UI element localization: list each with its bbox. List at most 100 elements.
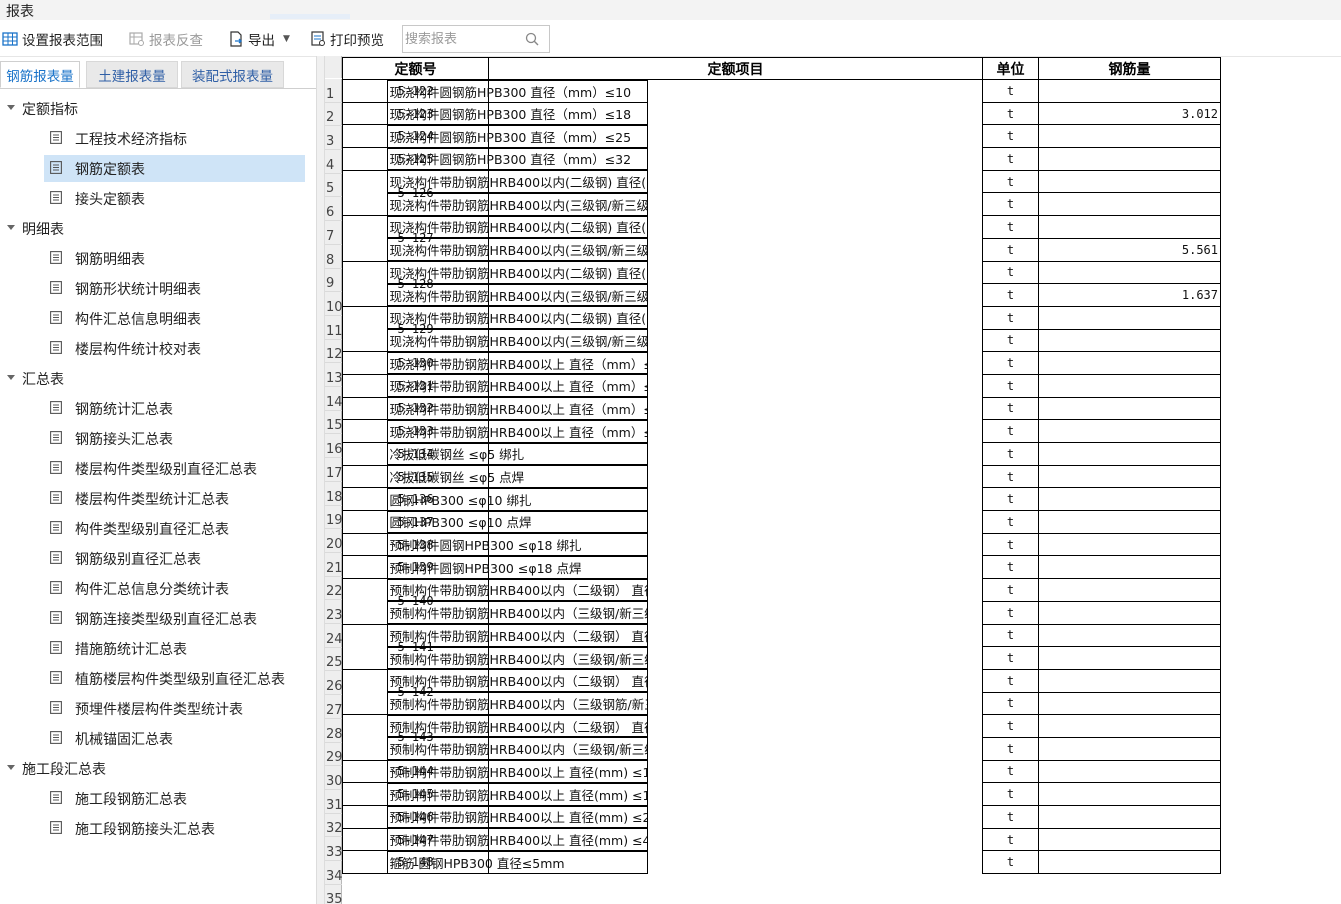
table-row[interactable]: 5-122 现浇构件圆钢筋HPB300 直径（mm）≤10 t	[342, 79, 1221, 103]
row-number[interactable]: 6	[325, 198, 342, 222]
cell-qty[interactable]	[1038, 464, 1221, 489]
search-icon[interactable]	[525, 32, 539, 46]
cell-unit[interactable]: t	[982, 124, 1039, 149]
table-row[interactable]: 5-127现浇构件带肋钢筋HRB400以内(二级钢) 直径(mm) ≤18t	[342, 215, 1221, 262]
table-row[interactable]: 5-141预制构件带肋钢筋HRB400以内（二级钢） 直径(mm) ≤18t	[342, 623, 1221, 670]
cell-qty[interactable]: 3.012	[1038, 101, 1221, 126]
cell-qty[interactable]	[1038, 124, 1221, 149]
cell-item[interactable]: 现浇构件圆钢筋HPB300 直径（mm）≤10	[386, 80, 648, 103]
cell-unit[interactable]: t	[982, 714, 1039, 738]
table-row[interactable]: 5-146 预制构件带肋钢筋HRB400以上 直径(mm) ≤25 t	[342, 805, 1221, 829]
cell-qty[interactable]	[1038, 827, 1221, 852]
table-row[interactable]: 5-130 现浇构件带肋钢筋HRB400以上 直径（mm）≤10 t	[342, 351, 1221, 375]
tree-item[interactable]: 钢筋形状统计明细表	[44, 275, 305, 302]
row-number[interactable]: 25	[325, 648, 343, 672]
cell-unit[interactable]: t	[982, 805, 1039, 829]
cell-unit[interactable]: t	[982, 396, 1039, 421]
row-number[interactable]: 16	[325, 435, 343, 459]
tree-group[interactable]: 明细表	[0, 214, 310, 244]
cell-qty[interactable]	[1038, 442, 1221, 466]
row-number[interactable]: 7	[325, 221, 342, 245]
cell-qty[interactable]	[1038, 691, 1221, 716]
cell-item[interactable]: 预制构件带肋钢筋HRB400以上 直径(mm) ≤25	[386, 805, 648, 829]
export-button[interactable]: 导出 ▼	[228, 29, 290, 49]
cell-item[interactable]: 冷拔低碳钢丝 ≤φ5 绑扎	[386, 442, 648, 466]
row-number[interactable]: 10	[325, 292, 343, 316]
cell-unit[interactable]: t	[982, 600, 1039, 625]
row-number[interactable]: 4	[325, 150, 342, 174]
cell-qty[interactable]	[1038, 396, 1221, 421]
panel-splitter[interactable]	[316, 56, 325, 904]
cell-qty[interactable]	[1038, 805, 1221, 829]
table-row[interactable]: 5-123 现浇构件圆钢筋HPB300 直径（mm）≤18 t 3.012	[342, 101, 1221, 126]
cell-unit[interactable]: t	[982, 510, 1039, 534]
row-number[interactable]: 28	[325, 719, 343, 743]
cell-unit[interactable]: t	[982, 646, 1039, 670]
row-number[interactable]: 24	[325, 624, 343, 648]
tree-item[interactable]: 接头定额表	[44, 185, 305, 212]
row-number[interactable]: 14	[325, 387, 343, 411]
cell-qty[interactable]	[1038, 555, 1221, 580]
table-row[interactable]: 5-131 现浇构件带肋钢筋HRB400以上 直径（mm）≤18 t	[342, 373, 1221, 398]
cell-item[interactable]: 现浇构件圆钢筋HPB300 直径（mm）≤18	[386, 102, 648, 125]
row-number[interactable]: 20	[325, 529, 343, 553]
cell-unit[interactable]: t	[982, 373, 1039, 398]
cell-unit[interactable]: t	[982, 759, 1039, 784]
cell-item[interactable]: 现浇构件圆钢筋HPB300 直径（mm）≤25	[386, 124, 648, 148]
cell-item[interactable]: 预制构件带肋钢筋HRB400以内（三级钢筋/新三级钢） 直径(mm) ≤25	[386, 692, 648, 715]
cell-qty[interactable]	[1038, 646, 1221, 670]
row-number[interactable]: 15	[325, 411, 343, 435]
cell-unit[interactable]: t	[982, 464, 1039, 489]
cell-unit[interactable]: t	[982, 691, 1039, 716]
cell-qty[interactable]	[1038, 782, 1221, 806]
cell-item[interactable]: 预制构件带肋钢筋HRB400以内（二级钢） 直径(mm) ≤25	[386, 669, 648, 693]
table-row[interactable]: 现浇构件带肋钢筋HRB400以内(三级钢/新三级钢) 直径(mm) ≤18 t5.…	[343, 237, 1221, 262]
cell-item[interactable]: 现浇构件带肋钢筋HRB400以内(二级钢) 直径(mm) ≤10	[386, 170, 648, 193]
cell-item[interactable]: 预制构件带肋钢筋HRB400以上 直径(mm) ≤40	[386, 828, 648, 851]
caret-down-icon[interactable]	[7, 375, 15, 380]
row-number[interactable]: 13	[325, 363, 343, 388]
tree-item[interactable]: 措施筋统计汇总表	[44, 635, 305, 662]
cell-item[interactable]: 现浇构件带肋钢筋HRB400以内(二级钢) 直径(mm) ≤25	[386, 261, 648, 284]
row-number[interactable]: 19	[325, 506, 343, 530]
cell-qty[interactable]	[1038, 373, 1221, 398]
row-number[interactable]: 12	[325, 340, 343, 364]
cell-qty[interactable]	[1038, 759, 1221, 784]
tree-group[interactable]: 汇总表	[0, 364, 310, 394]
table-row[interactable]: 5-125 现浇构件圆钢筋HPB300 直径（mm）≤32 t	[342, 147, 1221, 171]
cell-unit[interactable]: t	[982, 850, 1039, 875]
cell-qty[interactable]	[1038, 532, 1221, 557]
table-row[interactable]: 5-128现浇构件带肋钢筋HRB400以内(二级钢) 直径(mm) ≤25t	[342, 260, 1221, 307]
cell-unit[interactable]: t	[982, 169, 1039, 194]
cell-unit[interactable]: t	[982, 328, 1039, 353]
row-number[interactable]: 17	[325, 458, 343, 482]
cell-item[interactable]: 预制构件带肋钢筋HRB400以上 直径(mm) ≤10	[386, 760, 648, 783]
cell-qty[interactable]	[1038, 487, 1221, 512]
cell-qty[interactable]	[1038, 305, 1221, 330]
table-row[interactable]: 预制构件带肋钢筋HRB400以内（三级钢/新三级钢） 直径(mm) ≤10 t	[343, 600, 1221, 625]
row-number[interactable]: 34	[325, 861, 343, 885]
cell-unit[interactable]: t	[982, 532, 1039, 557]
cell-qty[interactable]	[1038, 623, 1221, 648]
cell-item[interactable]: 圆钢HPB300 ≤φ10 绑扎	[386, 487, 648, 511]
table-row[interactable]: 5-144 预制构件带肋钢筋HRB400以上 直径(mm) ≤10 t	[342, 759, 1221, 784]
cell-item[interactable]: 预制构件带肋钢筋HRB400以内（二级钢） 直径(mm) ≤10	[386, 578, 648, 602]
table-row[interactable]: 预制构件带肋钢筋HRB400以内（三级钢/新三级钢） 直径(mm) ≤40 t	[343, 736, 1221, 761]
table-row[interactable]: 5-129现浇构件带肋钢筋HRB400以内(二级钢) 直径(mm) ≤40t	[342, 305, 1221, 353]
row-number[interactable]: 18	[325, 482, 343, 506]
table-row[interactable]: 5-148 箍筋 圆钢HPB300 直径≤5mm t	[342, 850, 1221, 875]
table-row[interactable]: 5-124 现浇构件圆钢筋HPB300 直径（mm）≤25 t	[342, 124, 1221, 149]
cell-unit[interactable]: t	[982, 419, 1039, 443]
row-number[interactable]: 3	[325, 126, 342, 151]
row-number[interactable]: 2	[325, 103, 342, 127]
tree-item[interactable]: 钢筋明细表	[44, 245, 305, 272]
cell-item[interactable]: 预制构件带肋钢筋HRB400以内（三级钢/新三级钢） 直径(mm) ≤18	[386, 646, 648, 670]
table-row[interactable]: 5-147 预制构件带肋钢筋HRB400以上 直径(mm) ≤40 t	[342, 827, 1221, 852]
row-number[interactable]: 5	[325, 174, 342, 198]
cell-unit[interactable]: t	[982, 101, 1039, 126]
row-number[interactable]: 1	[325, 79, 342, 103]
cell-item[interactable]: 预制构件圆钢HPB300 ≤φ18 绑扎	[386, 533, 648, 556]
row-number[interactable]: 21	[325, 553, 343, 577]
row-number[interactable]: 30	[325, 766, 343, 790]
cell-item[interactable]: 预制构件带肋钢筋HRB400以内（二级钢） 直径(mm) ≤40	[386, 714, 648, 738]
